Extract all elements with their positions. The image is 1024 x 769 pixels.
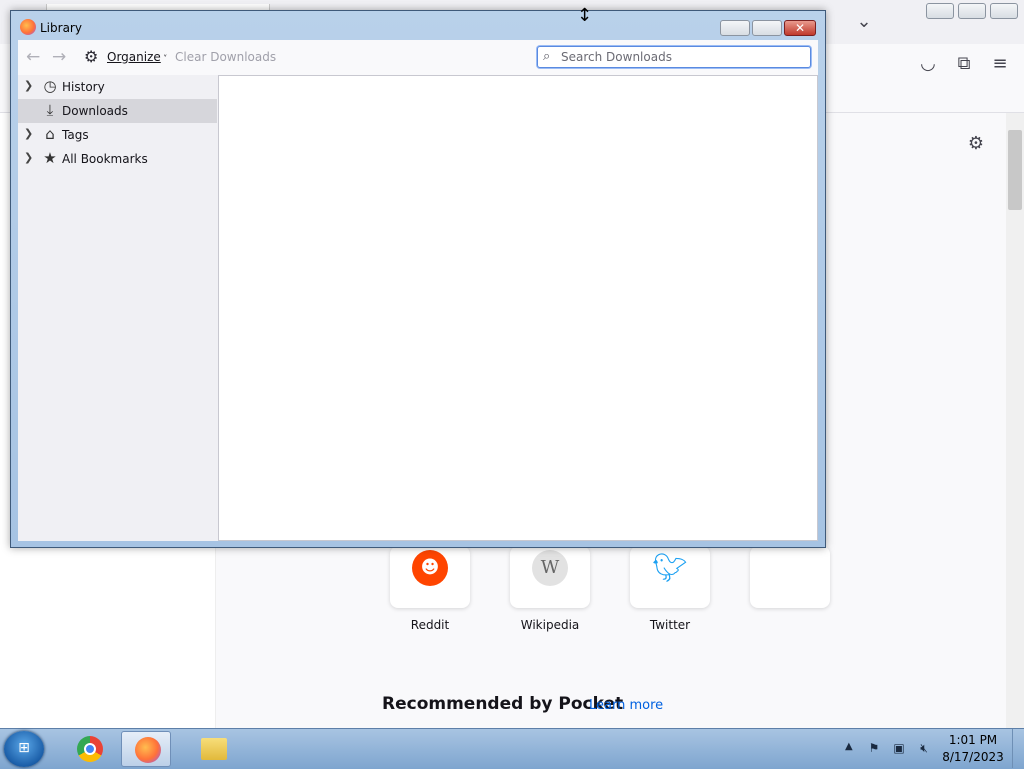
sidebar-item-tags[interactable]: ❯ ⌂ Tags (18, 123, 217, 147)
library-maximize-button[interactable] (752, 20, 782, 36)
clock-time[interactable]: 1:01 PM (940, 733, 1006, 747)
show-hidden-icons-icon[interactable]: ▲ (845, 741, 853, 752)
page-scrollbar-thumb[interactable] (1008, 130, 1022, 210)
taskbar-chrome-button[interactable] (64, 731, 114, 767)
twitter-icon: 🐦︎ (652, 551, 688, 584)
top-site-tile-wikipedia[interactable]: W (510, 546, 590, 608)
settings-gear-icon[interactable]: ⚙ (964, 132, 988, 156)
firefox-restore-button[interactable] (958, 3, 986, 19)
top-site-label-reddit[interactable]: Reddit (380, 618, 480, 632)
back-arrow-icon[interactable]: ← (26, 48, 44, 66)
sidebar-item-all-bookmarks[interactable]: ❯ ★ All Bookmarks (18, 147, 217, 171)
sidebar-item-downloads[interactable]: ⤓ Downloads (18, 99, 217, 123)
pocket-learn-more-link[interactable]: Learn more (589, 698, 663, 713)
expand-chevron-icon[interactable]: ❯ (24, 79, 33, 92)
wikipedia-icon: W (532, 550, 568, 586)
menu-icon[interactable]: ≡ (988, 52, 1012, 76)
windows-logo-icon: ⊞ (18, 740, 30, 756)
pocket-icon[interactable]: ◡ (916, 52, 940, 76)
top-site-label-wikipedia[interactable]: Wikipedia (500, 618, 600, 632)
top-site-tile-empty[interactable] (750, 546, 830, 608)
search-downloads-input[interactable] (561, 48, 801, 66)
network-icon[interactable]: ▣ (891, 740, 907, 756)
search-icon: ⌕ (543, 49, 551, 64)
taskbar-firefox-button[interactable] (121, 731, 171, 767)
expand-chevron-icon[interactable]: ❯ (24, 151, 33, 164)
reddit-icon: ☻ (412, 550, 448, 586)
show-desktop-button[interactable] (1012, 729, 1024, 768)
resize-cursor-icon: ↕ (577, 5, 593, 26)
library-close-button[interactable]: ✕ (784, 20, 816, 36)
sidebar-item-label: Downloads (62, 104, 128, 118)
download-icon: ⤓ (46, 101, 54, 119)
folder-icon (201, 738, 227, 760)
sidebar-item-history[interactable]: ❯ ◷ History (18, 75, 217, 99)
sidebar-item-label: Tags (62, 128, 89, 142)
expand-chevron-icon[interactable]: ❯ (24, 127, 33, 140)
top-site-label-twitter[interactable]: Twitter (620, 618, 720, 632)
downloads-list[interactable] (218, 75, 818, 541)
sidebar-item-label: History (62, 80, 105, 94)
chrome-icon (77, 736, 103, 762)
volume-muted-icon[interactable]: 🔇︎ (916, 740, 932, 756)
library-window-title: Library (40, 21, 82, 35)
clock-date[interactable]: 8/17/2023 (940, 750, 1006, 764)
library-minimize-button[interactable] (720, 20, 750, 36)
tag-icon: ⌂ (45, 125, 55, 143)
forward-arrow-icon[interactable]: → (52, 48, 70, 66)
top-site-tile-reddit[interactable]: ☻ (390, 546, 470, 608)
taskbar-explorer-button[interactable] (188, 731, 238, 767)
organize-menu-button[interactable]: Organize ˅ (107, 50, 167, 64)
firefox-close-button[interactable] (990, 3, 1018, 19)
star-icon: ★ (43, 149, 57, 167)
sidebar-item-label: All Bookmarks (62, 152, 148, 166)
clear-downloads-button[interactable]: Clear Downloads (175, 50, 276, 64)
firefox-logo-icon (20, 19, 36, 35)
pocket-heading: Recommended by Pocket (382, 694, 624, 714)
extensions-icon[interactable]: ⧉ (952, 52, 976, 76)
top-site-tile-twitter[interactable]: 🐦︎ (630, 546, 710, 608)
action-center-flag-icon[interactable]: ⚑ (866, 740, 882, 756)
clock-icon: ◷ (43, 77, 57, 95)
firefox-minimize-button[interactable] (926, 3, 954, 19)
organize-gear-icon[interactable]: ⚙ (84, 48, 102, 66)
tab-list-chevron-icon[interactable]: ⌄ (852, 10, 876, 34)
firefox-icon (135, 737, 161, 763)
